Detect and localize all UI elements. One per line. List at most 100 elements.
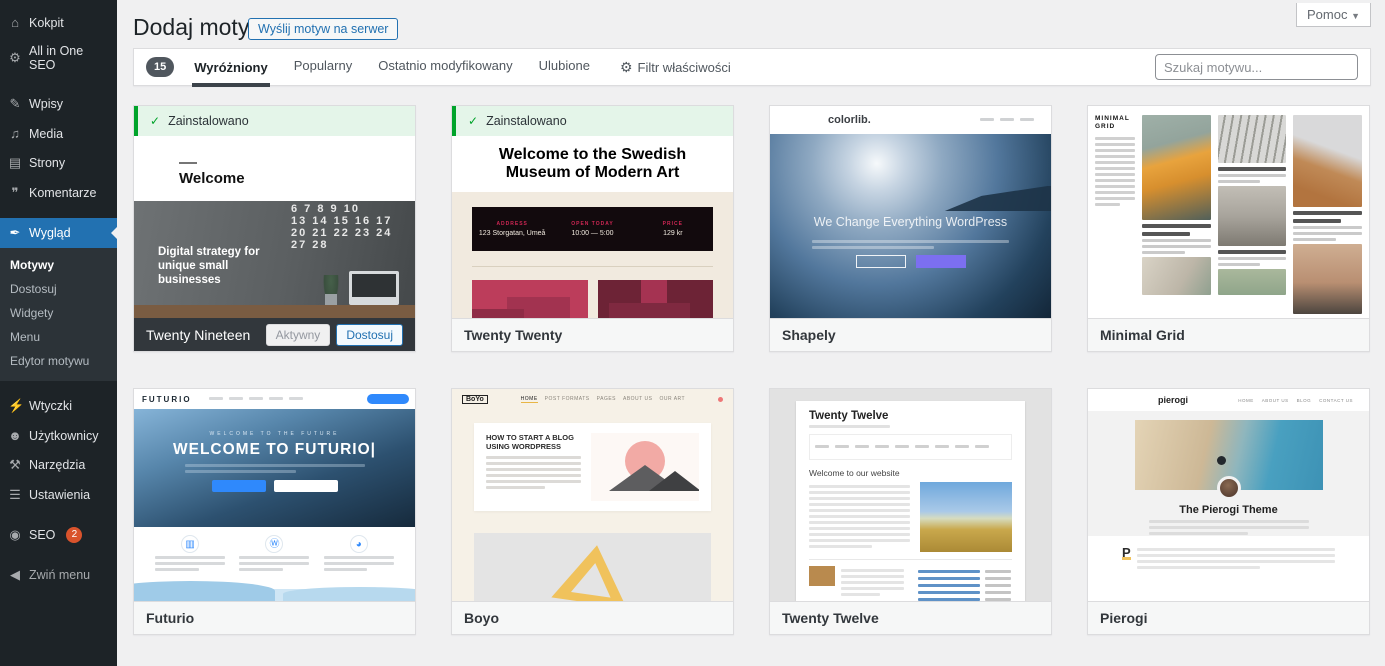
sidebar-item-media[interactable]: ♫ Media <box>0 119 117 148</box>
theme-card-futurio[interactable]: FUTURIO WELCOME TO THE FUTURE WELCOME TO… <box>133 388 416 635</box>
sidebar-item-appearance[interactable]: ✒ Wygląd <box>0 218 117 248</box>
hero-buttons <box>134 480 415 492</box>
plugins-icon: ⚡ <box>8 398 22 414</box>
sidebar-item-pages[interactable]: ▤ Strony <box>0 148 117 178</box>
settings-icon: ☰ <box>8 487 22 503</box>
tab-favorites[interactable]: Ulubione <box>537 46 592 89</box>
nav-placeholder <box>206 390 306 408</box>
hero-title: The Pierogi Theme <box>1088 504 1369 516</box>
info-label: ADDRESS <box>496 221 527 227</box>
artwork-image <box>598 280 714 318</box>
theme-card-footer: Twenty Twenty <box>452 318 733 351</box>
content-row <box>809 482 1012 552</box>
sidebar-item-dashboard[interactable]: ⌂ Kokpit <box>0 8 117 37</box>
chevron-down-icon: ▼ <box>1351 11 1360 21</box>
nav-placeholder <box>977 111 1037 129</box>
theme-card-twenty-nineteen[interactable]: ✓ Zainstalowano Welcome 6 7 8 9 10 13 14… <box>133 105 416 352</box>
sidebar-item-label: Komentarze <box>29 186 96 200</box>
sidebar-item-label: Narzędzia <box>29 458 85 472</box>
mountain-ridge <box>944 186 1051 212</box>
theme-card-boyo[interactable]: BoYo HOME POST FORMATS PAGES ABOUT US OU… <box>451 388 734 635</box>
customize-button[interactable]: Dostosuj <box>336 324 403 346</box>
link-row <box>918 570 1013 573</box>
sidebar-item-users[interactable]: ☻ Użytkownicy <box>0 421 117 450</box>
post-image <box>591 433 699 501</box>
theme-name: Twenty Twelve <box>782 610 879 626</box>
submenu-item-customize[interactable]: Dostosuj <box>0 277 117 301</box>
decorative-dash <box>179 162 197 164</box>
info-value: 129 kr <box>663 230 682 237</box>
search-input[interactable] <box>1155 54 1358 80</box>
theme-card-footer: Twenty Nineteen Aktywny Dostosuj <box>134 318 415 351</box>
theme-card-pierogi[interactable]: pierogi HOME ABOUT US BLOG CONTACT US Th… <box>1087 388 1370 635</box>
theme-count-badge: 15 <box>146 57 174 77</box>
link-row <box>918 584 1013 587</box>
tab-latest[interactable]: Ostatnio modyfikowany <box>376 46 514 89</box>
nav-item: BLOG <box>1297 398 1312 403</box>
footer-columns <box>809 566 1012 601</box>
appearance-icon: ✒ <box>8 225 22 241</box>
theme-card-minimal-grid[interactable]: MINIMAL GRID <box>1087 105 1370 352</box>
chart-icon: ▥ <box>181 535 199 553</box>
theme-card-twenty-twenty[interactable]: ✓ Zainstalowano Welcome to the Swedish M… <box>451 105 734 352</box>
text-placeholder <box>1218 257 1287 266</box>
sidebar-separator <box>0 381 117 391</box>
sidebar-separator <box>0 208 117 218</box>
footer-buttons: Aktywny Dostosuj <box>266 324 403 346</box>
submenu-item-widgets[interactable]: Widgety <box>0 301 117 325</box>
theme-preview: Welcome to the Swedish Museum of Modern … <box>452 136 733 318</box>
page-wrapper: Twenty Twelve Welcome to our website <box>796 401 1025 601</box>
theme-card-twenty-twelve[interactable]: Twenty Twelve Welcome to our website <box>769 388 1052 635</box>
feature-filter-toggle[interactable]: ⚙ Filtr właściwości <box>620 59 731 76</box>
nav-item: PAGES <box>597 396 616 403</box>
artwork-image <box>472 280 588 318</box>
sidebar-item-aioseo[interactable]: ⚙ All in One SEO <box>0 37 117 79</box>
sidebar-item-seo[interactable]: ◉ SEO 2 <box>0 520 117 550</box>
tab-featured[interactable]: Wyróżniony <box>192 48 269 87</box>
sidebar-item-collapse-menu[interactable]: ◀ Zwiń menu <box>0 560 117 590</box>
submenu-item-theme-editor[interactable]: Edytor motywu <box>0 349 117 373</box>
tab-popular[interactable]: Popularny <box>292 46 355 89</box>
site-title: Twenty Twelve <box>809 410 1012 422</box>
info-box: ADDRESS 123 Storgatan, Umeå OPEN TODAY 1… <box>472 207 713 251</box>
preview-photo: 6 7 8 9 10 13 14 15 16 17 20 21 22 23 24… <box>134 201 415 318</box>
submenu-item-themes[interactable]: Motywy <box>0 253 117 277</box>
link-row <box>918 591 1013 594</box>
upload-theme-button[interactable]: Wyślij motyw na serwer <box>248 18 398 40</box>
plant-pot <box>325 294 337 305</box>
admin-sidebar: ⌂ Kokpit ⚙ All in One SEO ✎ Wpisy ♫ Medi… <box>0 0 117 666</box>
cta-button-placeholder <box>367 394 409 404</box>
submenu-item-menus[interactable]: Menu <box>0 325 117 349</box>
hero-section: WELCOME TO THE FUTURE WELCOME TO FUTURIO… <box>134 409 415 527</box>
help-button[interactable]: Pomoc ▼ <box>1296 3 1371 27</box>
preview-welcome-text: Welcome <box>179 170 245 187</box>
white-button-placeholder <box>274 480 338 492</box>
theme-name: Twenty Nineteen <box>146 327 250 343</box>
masonry-column <box>1293 115 1362 309</box>
photo-woman-hat <box>1293 244 1362 314</box>
sidebar-item-comments[interactable]: ❞ Komentarze <box>0 178 117 208</box>
themes-grid: ✓ Zainstalowano Welcome 6 7 8 9 10 13 14… <box>133 105 1371 635</box>
info-value: 123 Storgatan, Umeå <box>479 230 546 237</box>
sidebar-item-tools[interactable]: ⚒ Narzędzia <box>0 450 117 480</box>
preview-header-area: pierogi HOME ABOUT US BLOG CONTACT US <box>1088 389 1369 411</box>
sidebar-item-plugins[interactable]: ⚡ Wtyczki <box>0 391 117 421</box>
text-placeholder <box>1142 239 1211 254</box>
site-logo: pierogi <box>1158 395 1188 405</box>
site-logo: colorlib. <box>828 114 871 126</box>
theme-preview: Welcome 6 7 8 9 10 13 14 15 16 17 20 21 … <box>134 136 415 318</box>
wheat-field-photo <box>920 482 1012 552</box>
info-column: ADDRESS 123 Storgatan, Umeå <box>472 207 552 251</box>
calendar-row: 13 14 15 16 17 <box>291 215 409 227</box>
text-placeholder <box>324 556 394 571</box>
theme-card-shapely[interactable]: colorlib. We Change Everything WordPress… <box>769 105 1052 352</box>
hero-title: We Change Everything WordPress <box>770 215 1051 229</box>
dashboard-icon: ⌂ <box>8 15 22 30</box>
headline-placeholder <box>1218 167 1287 171</box>
sidebar-item-posts[interactable]: ✎ Wpisy <box>0 89 117 119</box>
sidebar-item-label: Media <box>29 127 63 141</box>
pie-chart-icon: ◕ <box>350 535 368 553</box>
theme-name: Pierogi <box>1100 610 1147 626</box>
sidebar-item-settings[interactable]: ☰ Ustawienia <box>0 480 117 510</box>
theme-preview: pierogi HOME ABOUT US BLOG CONTACT US Th… <box>1088 389 1369 601</box>
